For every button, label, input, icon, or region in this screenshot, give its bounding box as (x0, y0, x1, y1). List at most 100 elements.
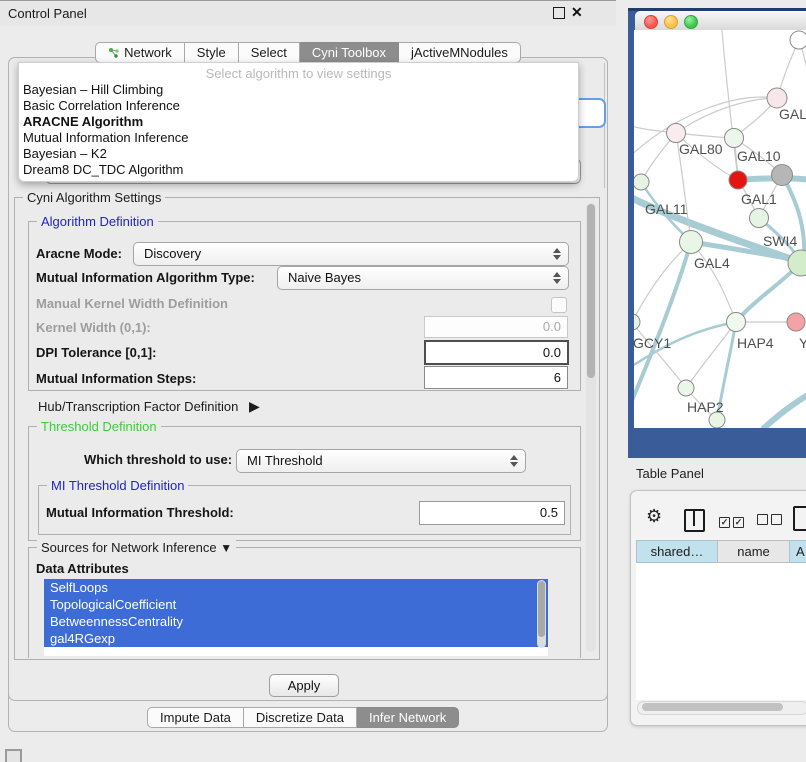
mi-algo-type-label: Mutual Information Algorithm Type: (36, 270, 255, 285)
select-columns-checked-icon[interactable] (719, 513, 747, 528)
gal11-node[interactable] (634, 174, 649, 190)
collapse-arrow-icon: ▼ (220, 541, 232, 555)
mi-steps-label: Mutual Information Steps: (36, 371, 196, 386)
gear-icon[interactable]: ⚙ (646, 506, 662, 527)
table-h-scrollbar-thumb[interactable] (642, 703, 783, 711)
hap4-node[interactable] (727, 313, 746, 332)
dropdown-item[interactable]: Dream8 DC_TDC Algorithm (19, 162, 578, 178)
mi-threshold-label: Mutual Information Threshold: (46, 505, 234, 520)
gal-pink-node[interactable] (767, 88, 787, 108)
mi-algo-type-combo[interactable]: Naive Bayes (277, 266, 569, 290)
aracne-mode-label: Aracne Mode: (36, 246, 122, 261)
node-label: SWI4 (763, 233, 797, 249)
tab-network-label: Network (124, 43, 172, 62)
network-canvas[interactable]: GAL GAL80 GAL10 GAL11 GAL1 SWI4 GAL4 GCY… (634, 30, 806, 428)
tab-discretize-data[interactable]: Discretize Data (244, 707, 357, 728)
sources-group-title[interactable]: Sources for Network Inference ▼ (37, 540, 236, 555)
tab-impute-data[interactable]: Impute Data (147, 707, 244, 728)
threshold-group-title: Threshold Definition (37, 419, 161, 434)
combo-arrows-icon (552, 271, 561, 285)
network-tab-icon (108, 47, 120, 59)
gcy1-node[interactable] (634, 314, 640, 330)
network-labels: GAL GAL80 GAL10 GAL11 GAL1 SWI4 GAL4 GCY… (634, 106, 806, 415)
gal4-node[interactable] (680, 231, 703, 254)
which-threshold-label: Which threshold to use: (84, 452, 232, 467)
dropdown-item[interactable]: Mutual Information Inference (19, 130, 578, 146)
hub-definition-expander[interactable]: Hub/Transcription Factor Definition ▶ (38, 398, 260, 415)
node-label: HAP4 (737, 335, 774, 351)
dropdown-item[interactable]: Bayesian – K2 (19, 146, 578, 162)
deselect-columns-icon[interactable] (757, 513, 785, 528)
manual-kernel-checkbox[interactable] (551, 297, 567, 313)
combo-arrows-icon (509, 454, 518, 468)
kernel-width-label: Kernel Width (0,1): (36, 320, 151, 335)
float-window-icon[interactable] (553, 7, 565, 19)
combo-arrows-icon (552, 247, 561, 261)
dpi-tolerance-field[interactable]: 0.0 (424, 340, 569, 365)
node-label: Y (799, 335, 806, 351)
column-header-partial[interactable]: A (789, 540, 806, 563)
expand-arrow-icon: ▶ (249, 398, 260, 414)
tab-infer-network[interactable]: Infer Network (357, 707, 459, 728)
data-attributes-label: Data Attributes (36, 561, 129, 576)
tab-select[interactable]: Select (239, 42, 300, 63)
list-item[interactable]: TopologicalCoefficient (44, 596, 548, 613)
minimize-traffic-light[interactable] (664, 15, 678, 29)
list-scrollbar-thumb[interactable] (538, 581, 545, 637)
zoom-traffic-light[interactable] (684, 15, 698, 29)
dropdown-item-selected[interactable]: ARACNE Algorithm (19, 114, 578, 130)
list-item[interactable]: gal4RGexp (44, 630, 548, 647)
mi-steps-field[interactable]: 6 (424, 366, 568, 389)
network-nodes (634, 31, 806, 428)
algorithm-definition-title: Algorithm Definition (37, 214, 158, 229)
document-partial-icon[interactable] (793, 506, 806, 531)
tab-cyni-toolbox[interactable]: Cyni Toolbox (300, 42, 399, 63)
kernel-width-field[interactable]: 0.0 (424, 316, 568, 338)
dropdown-item[interactable]: Basic Correlation Inference (19, 98, 578, 114)
bottom-tabbar: Impute Data Discretize Data Infer Networ… (147, 707, 459, 729)
settings-scrollbar-thumb[interactable] (587, 204, 595, 378)
data-attributes-list: SelfLoops TopologicalCoefficient Between… (44, 579, 548, 656)
tab-style[interactable]: Style (185, 42, 239, 63)
node-label: GAL (779, 106, 806, 122)
which-threshold-combo[interactable]: MI Threshold (236, 449, 526, 473)
mi-threshold-group-title: MI Threshold Definition (47, 478, 188, 493)
list-item[interactable]: BetweennessCentrality (44, 613, 548, 630)
top-partial-node[interactable] (790, 31, 806, 49)
screen: Control Panel ✕ Network Style Select Cyn… (0, 0, 806, 762)
node-label: GAL4 (694, 255, 730, 271)
gray-node[interactable] (772, 165, 793, 186)
close-icon[interactable]: ✕ (571, 4, 583, 21)
grip-box (5, 749, 22, 762)
gal80-node[interactable] (667, 124, 686, 143)
list-item[interactable]: SelfLoops (44, 579, 548, 596)
tab-jactivemnodules[interactable]: jActiveMNodules (399, 42, 521, 63)
node-label: GAL1 (741, 191, 777, 207)
salmon-node[interactable] (787, 313, 805, 331)
node-label: GAL11 (645, 201, 688, 217)
control-panel-title: Control Panel (8, 6, 87, 21)
control-panel-tabbar: Network Style Select Cyni Toolbox jActiv… (0, 42, 616, 63)
node-label: GAL10 (737, 148, 781, 164)
column-header-name[interactable]: name (717, 540, 790, 563)
aracne-mode-combo[interactable]: Discovery (133, 242, 569, 266)
red-node[interactable] (729, 171, 747, 189)
algorithm-dropdown: Select algorithm to view settings Bayesi… (18, 62, 579, 182)
dropdown-item[interactable]: Bayesian – Hill Climbing (19, 82, 578, 98)
node-label: GAL80 (679, 141, 723, 157)
apply-button[interactable]: Apply (269, 674, 339, 697)
close-traffic-light[interactable] (644, 15, 658, 29)
tab-network[interactable]: Network (95, 42, 185, 63)
dropdown-placeholder: Select algorithm to view settings (19, 63, 578, 82)
hap2-node[interactable] (678, 380, 694, 396)
column-header-shared[interactable]: shared… (636, 540, 718, 563)
split-panel-icon[interactable] (684, 509, 705, 532)
gal1-node[interactable] (750, 209, 769, 228)
node-label: GCY1 (634, 335, 671, 351)
cyni-settings-title: Cyni Algorithm Settings (23, 190, 165, 205)
table-rows: YDL19… YDL19… 13 YDR27… YDR27… 12 YBR043… (636, 563, 806, 700)
gal10-node[interactable] (725, 129, 744, 148)
node-label: HAP2 (687, 399, 724, 415)
mi-threshold-field[interactable]: 0.5 (419, 501, 565, 525)
manual-kernel-label: Manual Kernel Width Definition (36, 296, 228, 311)
